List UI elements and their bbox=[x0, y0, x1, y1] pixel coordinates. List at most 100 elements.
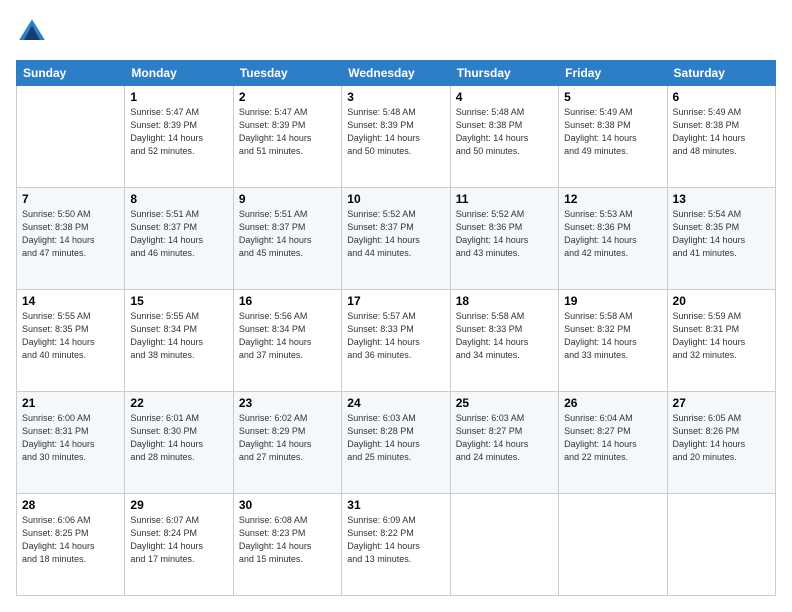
calendar-header-thursday: Thursday bbox=[450, 61, 558, 86]
table-row bbox=[667, 494, 775, 596]
table-row: 1Sunrise: 5:47 AM Sunset: 8:39 PM Daylig… bbox=[125, 86, 233, 188]
day-info: Sunrise: 5:51 AM Sunset: 8:37 PM Dayligh… bbox=[130, 208, 227, 260]
table-row bbox=[450, 494, 558, 596]
day-info: Sunrise: 5:57 AM Sunset: 8:33 PM Dayligh… bbox=[347, 310, 444, 362]
day-number: 27 bbox=[673, 396, 770, 410]
table-row: 17 Sunrise: 5:57 AM Sunset: 8:33 PM Dayli… bbox=[342, 290, 450, 392]
table-row: 25 Sunrise: 6:03 AM Sunset: 8:27 PM Dayli… bbox=[450, 392, 558, 494]
day-info: Sunrise: 5:48 AM Sunset: 8:38 PM Dayligh… bbox=[456, 106, 553, 158]
table-row: 31 Sunrise: 6:09 AM Sunset: 8:22 PM Dayli… bbox=[342, 494, 450, 596]
day-info: Sunrise: 5:55 AM Sunset: 8:35 PM Dayligh… bbox=[22, 310, 119, 362]
day-number: 15 bbox=[130, 294, 227, 308]
day-info: Sunrise: 6:00 AM Sunset: 8:31 PM Dayligh… bbox=[22, 412, 119, 464]
table-row bbox=[17, 86, 125, 188]
table-row: 13 Sunrise: 5:54 AM Sunset: 8:35 PM Dayli… bbox=[667, 188, 775, 290]
day-info: Sunrise: 6:01 AM Sunset: 8:30 PM Dayligh… bbox=[130, 412, 227, 464]
table-row: 29 Sunrise: 6:07 AM Sunset: 8:24 PM Dayli… bbox=[125, 494, 233, 596]
day-info: Sunrise: 5:53 AM Sunset: 8:36 PM Dayligh… bbox=[564, 208, 661, 260]
day-number: 11 bbox=[456, 192, 553, 206]
day-number: 29 bbox=[130, 498, 227, 512]
calendar-week-row: 21Sunrise: 6:00 AM Sunset: 8:31 PM Dayli… bbox=[17, 392, 776, 494]
day-info: Sunrise: 6:02 AM Sunset: 8:29 PM Dayligh… bbox=[239, 412, 336, 464]
day-number: 22 bbox=[130, 396, 227, 410]
calendar-header-row: SundayMondayTuesdayWednesdayThursdayFrid… bbox=[17, 61, 776, 86]
day-info: Sunrise: 5:52 AM Sunset: 8:37 PM Dayligh… bbox=[347, 208, 444, 260]
day-info: Sunrise: 6:08 AM Sunset: 8:23 PM Dayligh… bbox=[239, 514, 336, 566]
table-row: 20 Sunrise: 5:59 AM Sunset: 8:31 PM Dayli… bbox=[667, 290, 775, 392]
calendar-header-tuesday: Tuesday bbox=[233, 61, 341, 86]
header bbox=[16, 16, 776, 48]
calendar-table: SundayMondayTuesdayWednesdayThursdayFrid… bbox=[16, 60, 776, 596]
day-number: 8 bbox=[130, 192, 227, 206]
day-info: Sunrise: 6:07 AM Sunset: 8:24 PM Dayligh… bbox=[130, 514, 227, 566]
day-number: 1 bbox=[130, 90, 227, 104]
day-number: 31 bbox=[347, 498, 444, 512]
calendar-week-row: 14Sunrise: 5:55 AM Sunset: 8:35 PM Dayli… bbox=[17, 290, 776, 392]
logo bbox=[16, 16, 50, 48]
page: SundayMondayTuesdayWednesdayThursdayFrid… bbox=[0, 0, 792, 612]
day-number: 24 bbox=[347, 396, 444, 410]
day-info: Sunrise: 6:09 AM Sunset: 8:22 PM Dayligh… bbox=[347, 514, 444, 566]
table-row: 24Sunrise: 6:03 AM Sunset: 8:28 PM Dayli… bbox=[342, 392, 450, 494]
table-row: 11 Sunrise: 5:52 AM Sunset: 8:36 PM Dayli… bbox=[450, 188, 558, 290]
day-info: Sunrise: 5:51 AM Sunset: 8:37 PM Dayligh… bbox=[239, 208, 336, 260]
day-number: 28 bbox=[22, 498, 119, 512]
day-number: 30 bbox=[239, 498, 336, 512]
table-row: 5 Sunrise: 5:49 AM Sunset: 8:38 PM Daylig… bbox=[559, 86, 667, 188]
day-info: Sunrise: 5:52 AM Sunset: 8:36 PM Dayligh… bbox=[456, 208, 553, 260]
table-row: 8 Sunrise: 5:51 AM Sunset: 8:37 PM Daylig… bbox=[125, 188, 233, 290]
table-row: 28 Sunrise: 6:06 AM Sunset: 8:25 PM Dayli… bbox=[17, 494, 125, 596]
table-row: 7Sunrise: 5:50 AM Sunset: 8:38 PM Daylig… bbox=[17, 188, 125, 290]
day-info: Sunrise: 5:47 AM Sunset: 8:39 PM Dayligh… bbox=[239, 106, 336, 158]
logo-icon bbox=[16, 16, 48, 48]
table-row: 4 Sunrise: 5:48 AM Sunset: 8:38 PM Daylig… bbox=[450, 86, 558, 188]
calendar-week-row: 7Sunrise: 5:50 AM Sunset: 8:38 PM Daylig… bbox=[17, 188, 776, 290]
table-row: 6Sunrise: 5:49 AM Sunset: 8:38 PM Daylig… bbox=[667, 86, 775, 188]
day-info: Sunrise: 5:59 AM Sunset: 8:31 PM Dayligh… bbox=[673, 310, 770, 362]
calendar-week-row: 28 Sunrise: 6:06 AM Sunset: 8:25 PM Dayli… bbox=[17, 494, 776, 596]
table-row: 10Sunrise: 5:52 AM Sunset: 8:37 PM Dayli… bbox=[342, 188, 450, 290]
table-row: 18 Sunrise: 5:58 AM Sunset: 8:33 PM Dayli… bbox=[450, 290, 558, 392]
day-number: 19 bbox=[564, 294, 661, 308]
table-row: 15Sunrise: 5:55 AM Sunset: 8:34 PM Dayli… bbox=[125, 290, 233, 392]
calendar-week-row: 1 Sunrise: 5:47 AM Sunset: 8:39 PM Daylig… bbox=[17, 86, 776, 188]
calendar-header-wednesday: Wednesday bbox=[342, 61, 450, 86]
table-row: 30 Sunrise: 6:08 AM Sunset: 8:23 PM Dayli… bbox=[233, 494, 341, 596]
day-number: 17 bbox=[347, 294, 444, 308]
table-row: 19Sunrise: 5:58 AM Sunset: 8:32 PM Dayli… bbox=[559, 290, 667, 392]
day-info: Sunrise: 5:54 AM Sunset: 8:35 PM Dayligh… bbox=[673, 208, 770, 260]
day-info: Sunrise: 6:06 AM Sunset: 8:25 PM Dayligh… bbox=[22, 514, 119, 566]
day-number: 4 bbox=[456, 90, 553, 104]
day-number: 18 bbox=[456, 294, 553, 308]
day-info: Sunrise: 6:04 AM Sunset: 8:27 PM Dayligh… bbox=[564, 412, 661, 464]
calendar-header-sunday: Sunday bbox=[17, 61, 125, 86]
day-number: 25 bbox=[456, 396, 553, 410]
table-row: 27 Sunrise: 6:05 AM Sunset: 8:26 PM Dayli… bbox=[667, 392, 775, 494]
table-row: 14Sunrise: 5:55 AM Sunset: 8:35 PM Dayli… bbox=[17, 290, 125, 392]
calendar-header-friday: Friday bbox=[559, 61, 667, 86]
day-info: Sunrise: 5:56 AM Sunset: 8:34 PM Dayligh… bbox=[239, 310, 336, 362]
table-row: 26 Sunrise: 6:04 AM Sunset: 8:27 PM Dayli… bbox=[559, 392, 667, 494]
day-number: 16 bbox=[239, 294, 336, 308]
day-info: Sunrise: 5:50 AM Sunset: 8:38 PM Dayligh… bbox=[22, 208, 119, 260]
table-row: 21Sunrise: 6:00 AM Sunset: 8:31 PM Dayli… bbox=[17, 392, 125, 494]
day-number: 3 bbox=[347, 90, 444, 104]
day-info: Sunrise: 5:49 AM Sunset: 8:38 PM Dayligh… bbox=[673, 106, 770, 158]
day-info: Sunrise: 6:05 AM Sunset: 8:26 PM Dayligh… bbox=[673, 412, 770, 464]
day-number: 20 bbox=[673, 294, 770, 308]
calendar-header-monday: Monday bbox=[125, 61, 233, 86]
day-number: 23 bbox=[239, 396, 336, 410]
day-info: Sunrise: 5:49 AM Sunset: 8:38 PM Dayligh… bbox=[564, 106, 661, 158]
table-row: 22 Sunrise: 6:01 AM Sunset: 8:30 PM Dayli… bbox=[125, 392, 233, 494]
day-number: 2 bbox=[239, 90, 336, 104]
table-row: 23 Sunrise: 6:02 AM Sunset: 8:29 PM Dayli… bbox=[233, 392, 341, 494]
day-info: Sunrise: 6:03 AM Sunset: 8:27 PM Dayligh… bbox=[456, 412, 553, 464]
day-number: 26 bbox=[564, 396, 661, 410]
table-row: 9Sunrise: 5:51 AM Sunset: 8:37 PM Daylig… bbox=[233, 188, 341, 290]
table-row: 16 Sunrise: 5:56 AM Sunset: 8:34 PM Dayli… bbox=[233, 290, 341, 392]
day-number: 13 bbox=[673, 192, 770, 206]
day-number: 5 bbox=[564, 90, 661, 104]
calendar-header-saturday: Saturday bbox=[667, 61, 775, 86]
day-info: Sunrise: 5:58 AM Sunset: 8:33 PM Dayligh… bbox=[456, 310, 553, 362]
table-row: 12Sunrise: 5:53 AM Sunset: 8:36 PM Dayli… bbox=[559, 188, 667, 290]
